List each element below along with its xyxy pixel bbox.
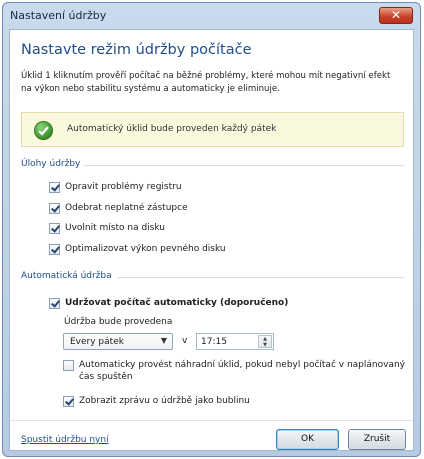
section-divider <box>118 277 404 278</box>
fallback-cleanup-label-line1: Automaticky provést náhradní úklid, poku… <box>79 360 405 370</box>
title-bar: Nastavení údržby ✕ <box>3 3 420 28</box>
time-input[interactable]: 17:15 ▲ ▼ <box>196 333 274 350</box>
task-defrag-checkbox[interactable] <box>49 243 60 255</box>
fallback-cleanup-label-line2: čas spuštěn <box>79 372 133 382</box>
task-disk-space-label: Uvolnit místo na disku <box>65 223 165 233</box>
task-shortcuts-checkbox[interactable] <box>49 202 60 214</box>
dialog-content: Nastavte režim údržby počítače Úklid 1 k… <box>9 29 414 451</box>
bubble-message-checkbox[interactable] <box>63 395 74 407</box>
description-text: Úklid 1 kliknutím prověří počítač na běž… <box>21 71 391 94</box>
green-check-icon <box>34 121 53 140</box>
day-select-value: Every pátek <box>70 337 124 347</box>
close-button[interactable]: ✕ <box>379 7 413 24</box>
schedule-label: Údržba bude provedena <box>64 317 173 327</box>
day-select[interactable]: Every pátek ▼ <box>63 333 173 350</box>
chevron-down-icon: ▼ <box>160 336 167 345</box>
window-title: Nastavení údržby <box>10 9 107 22</box>
bubble-message-row[interactable]: Zobrazit zprávu o údržbě jako bublinu <box>63 394 250 408</box>
auto-maintain-label: Udržovat počítač automaticky (doporučeno… <box>65 298 289 308</box>
spin-down-icon[interactable]: ▼ <box>259 342 271 348</box>
task-disk-space-row[interactable]: Uvolnit místo na disku <box>49 221 165 235</box>
footer-divider <box>10 420 413 421</box>
run-maintenance-link[interactable]: Spustit údržbu nyní <box>21 435 109 445</box>
schedule-notice: Automatický úklid bude proveden každý pá… <box>21 112 404 147</box>
section-divider <box>84 165 404 166</box>
fallback-cleanup-label: Automaticky provést náhradní úklid, poku… <box>79 359 405 383</box>
cancel-button[interactable]: Zrušit <box>348 429 406 450</box>
fallback-cleanup-checkbox[interactable] <box>63 360 74 371</box>
time-spinner[interactable]: ▲ ▼ <box>258 335 272 348</box>
page-title: Nastavte režim údržby počítače <box>21 42 252 58</box>
task-defrag-label: Optimalizovat výkon pevného disku <box>65 244 226 254</box>
task-disk-space-checkbox[interactable] <box>49 222 60 234</box>
ok-button[interactable]: OK <box>276 429 339 450</box>
task-registry-label: Opravit problémy registru <box>65 182 182 192</box>
task-registry-row[interactable]: Opravit problémy registru <box>49 180 182 194</box>
notice-text: Automatický úklid bude proveden každý pá… <box>67 124 277 134</box>
task-shortcuts-row[interactable]: Odebrat neplatné zástupce <box>49 201 188 215</box>
time-value: 17:15 <box>201 337 227 347</box>
auto-maintain-checkbox[interactable] <box>49 297 60 309</box>
auto-maintain-row[interactable]: Udržovat počítač automaticky (doporučeno… <box>49 296 288 310</box>
maintenance-settings-window: Nastavení údržby ✕ Nastavte režim údržby… <box>2 2 421 457</box>
auto-section-title: Automatická údržba <box>21 271 112 281</box>
fallback-cleanup-row[interactable]: Automaticky provést náhradní úklid, poku… <box>63 359 405 385</box>
bubble-message-label: Zobrazit zprávu o údržbě jako bublinu <box>79 396 250 406</box>
task-registry-checkbox[interactable] <box>49 181 60 193</box>
task-shortcuts-label: Odebrat neplatné zástupce <box>65 203 188 213</box>
at-label: v <box>182 336 188 346</box>
task-defrag-row[interactable]: Optimalizovat výkon pevného disku <box>49 242 226 256</box>
tasks-section-title: Úlohy údržby <box>21 159 81 169</box>
